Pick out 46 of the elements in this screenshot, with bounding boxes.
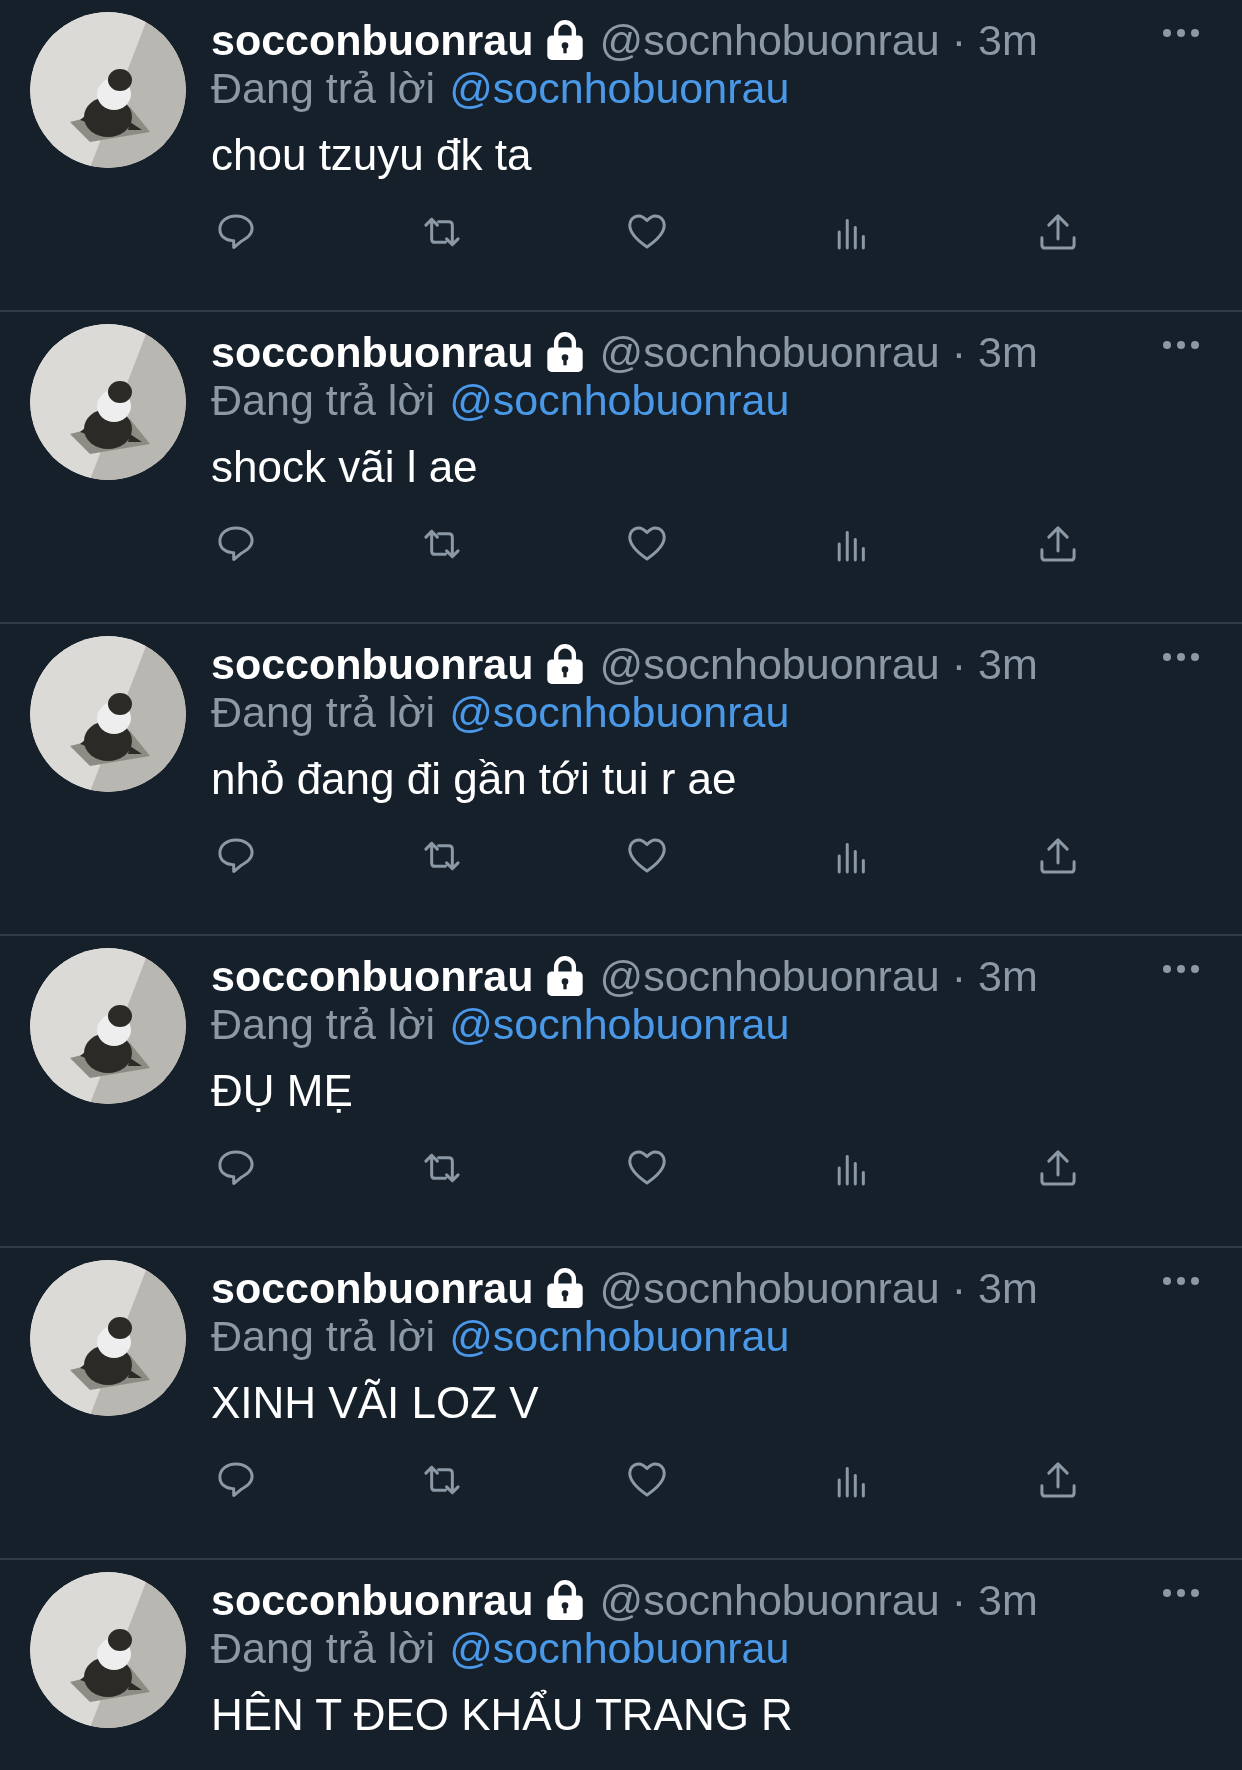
timestamp: 3m xyxy=(978,18,1038,62)
mention-link[interactable]: @socnhobuonrau xyxy=(449,690,790,734)
mention-link[interactable]: @socnhobuonrau xyxy=(449,66,790,110)
display-name[interactable]: socconbuonrau xyxy=(211,1578,534,1622)
user-handle[interactable]: @socnhobuonrau xyxy=(599,1266,940,1310)
more-icon[interactable] xyxy=(1162,652,1200,662)
display-name[interactable]: socconbuonrau xyxy=(211,642,534,686)
user-handle[interactable]: @socnhobuonrau xyxy=(599,1578,940,1622)
tweet-text: shock vãi l ae xyxy=(211,445,478,489)
mention-link[interactable]: @socnhobuonrau xyxy=(449,1626,790,1670)
display-name[interactable]: socconbuonrau xyxy=(211,1266,534,1310)
reply-label: Đang trả lời xyxy=(211,378,436,422)
user-handle[interactable]: @socnhobuonrau xyxy=(599,954,940,998)
separator: · xyxy=(951,330,966,374)
more-icon[interactable] xyxy=(1162,964,1200,974)
user-handle[interactable]: @socnhobuonrau xyxy=(599,330,940,374)
tweet-text: chou tzuyu đk ta xyxy=(211,133,532,177)
more-icon[interactable] xyxy=(1162,1276,1200,1286)
display-name[interactable]: socconbuonrau xyxy=(211,330,534,374)
reply-label: Đang trả lời xyxy=(211,1002,436,1046)
more-icon[interactable] xyxy=(1162,1588,1200,1598)
tweet-text: ĐỤ MẸ xyxy=(211,1069,353,1113)
more-icon[interactable] xyxy=(1162,340,1200,350)
mention-link[interactable]: @socnhobuonrau xyxy=(449,1002,790,1046)
reply-label: Đang trả lời xyxy=(211,690,436,734)
separator: · xyxy=(951,642,966,686)
timestamp: 3m xyxy=(978,1578,1038,1622)
separator: · xyxy=(951,18,966,62)
display-name[interactable]: socconbuonrau xyxy=(211,18,534,62)
reply-label: Đang trả lời xyxy=(211,1314,436,1358)
user-handle[interactable]: @socnhobuonrau xyxy=(599,642,940,686)
more-icon[interactable] xyxy=(1162,28,1200,38)
timestamp: 3m xyxy=(978,642,1038,686)
mention-link[interactable]: @socnhobuonrau xyxy=(449,1314,790,1358)
user-handle[interactable]: @socnhobuonrau xyxy=(599,18,940,62)
display-name[interactable]: socconbuonrau xyxy=(211,954,534,998)
separator: · xyxy=(951,954,966,998)
separator: · xyxy=(951,1266,966,1310)
timestamp: 3m xyxy=(978,1266,1038,1310)
mention-link[interactable]: @socnhobuonrau xyxy=(449,378,790,422)
timestamp: 3m xyxy=(978,954,1038,998)
reply-label: Đang trả lời xyxy=(211,1626,436,1670)
tweet-text: nhỏ đang đi gần tới tui r ae xyxy=(211,757,737,801)
timestamp: 3m xyxy=(978,330,1038,374)
reply-label: Đang trả lời xyxy=(211,66,436,110)
separator: · xyxy=(951,1578,966,1622)
